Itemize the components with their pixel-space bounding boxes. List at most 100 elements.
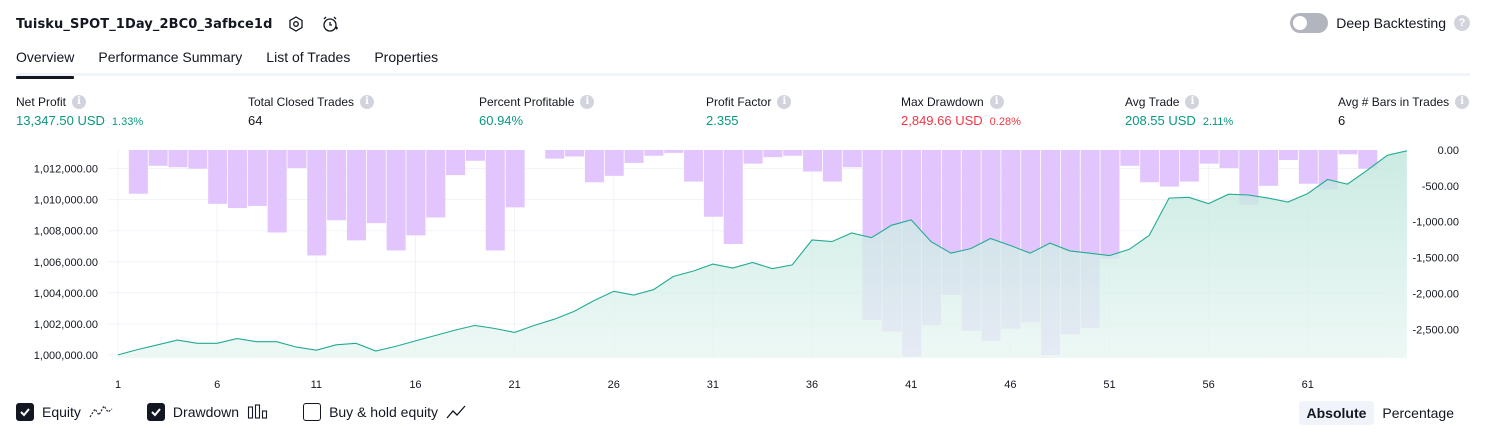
drawdown-bar bbox=[1100, 150, 1120, 260]
strategy-header: Tuisku_SPOT_1Day_2BC0_3afbce1d bbox=[16, 12, 340, 36]
stat-value: 2,849.66 USD bbox=[901, 113, 983, 128]
tab-overview[interactable]: Overview bbox=[16, 46, 75, 79]
info-icon[interactable]: i bbox=[580, 94, 595, 109]
drawdown-bar bbox=[446, 150, 466, 176]
stat-value: 208.55 USD bbox=[1125, 113, 1196, 128]
percentage-button[interactable]: Percentage bbox=[1374, 401, 1462, 425]
left-axis-tick: 1,008,000.00 bbox=[34, 226, 98, 238]
drawdown-bar bbox=[465, 150, 485, 161]
absolute-button[interactable]: Absolute bbox=[1298, 401, 1375, 425]
trend-line-icon bbox=[446, 405, 466, 419]
drawdown-bar bbox=[604, 150, 624, 176]
drawdown-bar bbox=[406, 150, 426, 236]
deep-backtesting-toggle[interactable] bbox=[1290, 13, 1329, 33]
drawdown-bar bbox=[267, 150, 287, 233]
x-axis-tick: 41 bbox=[905, 379, 917, 391]
drawdown-bar bbox=[1298, 150, 1318, 184]
right-axis-tick: -2,000.00 bbox=[1413, 288, 1459, 300]
info-icon[interactable]: i bbox=[1455, 94, 1470, 109]
drawdown-bar bbox=[505, 150, 525, 208]
legend-drawdown-label: Drawdown bbox=[172, 404, 240, 420]
stat-total-closed-trades: Total Closed Trades i 64 bbox=[248, 93, 375, 128]
drawdown-bar bbox=[366, 150, 386, 224]
drawdown-bar bbox=[584, 150, 604, 183]
drawdown-bar bbox=[1199, 150, 1219, 164]
x-axis-labels: 1 6 11 16 21 26 31 36 41 46 51 56 61 bbox=[115, 379, 1314, 391]
x-axis-tick: 56 bbox=[1203, 379, 1215, 391]
legend-equity-label: Equity bbox=[42, 404, 81, 420]
left-axis-tick: 1,010,000.00 bbox=[34, 195, 98, 207]
right-axis-tick: -2,500.00 bbox=[1413, 324, 1459, 336]
drawdown-bar bbox=[684, 150, 704, 182]
alarm-add-icon[interactable] bbox=[320, 14, 340, 34]
stat-label: Net Profit bbox=[16, 94, 67, 109]
drawdown-bar bbox=[1259, 150, 1279, 186]
stat-value: 13,347.50 USD bbox=[16, 113, 105, 128]
legend-buy-hold-label: Buy & hold equity bbox=[329, 404, 439, 420]
drawdown-bar bbox=[624, 150, 644, 163]
drawdown-bar bbox=[822, 150, 842, 182]
stat-avg-trade: Avg Trade i 208.55 USD 2.11% bbox=[1125, 93, 1233, 128]
right-axis-tick: -1,000.00 bbox=[1413, 217, 1459, 229]
drawdown-bar bbox=[743, 150, 763, 164]
info-icon[interactable]: i bbox=[360, 94, 375, 109]
left-axis-tick: 1,000,000.00 bbox=[34, 350, 98, 362]
drawdown-bar bbox=[723, 150, 743, 244]
right-axis-tick: -1,500.00 bbox=[1413, 253, 1459, 265]
tab-performance-summary[interactable]: Performance Summary bbox=[98, 46, 242, 76]
equity-line-icon bbox=[89, 404, 113, 418]
drawdown-checkbox[interactable] bbox=[146, 403, 165, 421]
stat-value: 6 bbox=[1338, 113, 1346, 128]
drawdown-bar bbox=[763, 150, 783, 158]
deep-backtesting-label: Deep Backtesting bbox=[1336, 15, 1446, 31]
tab-list-of-trades[interactable]: List of Trades bbox=[266, 46, 350, 76]
equity-drawdown-chart[interactable]: 1,000,000.00 1,002,000.00 1,004,000.00 1,00… bbox=[0, 140, 1486, 395]
legend-drawdown[interactable]: Drawdown bbox=[146, 403, 269, 421]
left-axis-tick: 1,004,000.00 bbox=[34, 288, 98, 300]
stat-value: 60.94% bbox=[479, 113, 524, 128]
x-axis-tick: 26 bbox=[608, 379, 620, 391]
drawdown-bar bbox=[545, 150, 565, 159]
tab-properties[interactable]: Properties bbox=[374, 46, 438, 76]
tab-bar: Overview Performance Summary List of Tra… bbox=[16, 46, 1470, 79]
stat-label: Max Drawdown bbox=[901, 94, 984, 109]
x-axis-tick: 16 bbox=[409, 379, 421, 391]
legend-equity[interactable]: Equity bbox=[16, 403, 113, 421]
info-icon[interactable]: i bbox=[72, 94, 87, 109]
settings-icon[interactable] bbox=[286, 14, 306, 34]
stat-net-profit: Net Profit i 13,347.50 USD 1.33% bbox=[16, 93, 143, 128]
stat-label: Avg # Bars in Trades bbox=[1338, 94, 1450, 109]
drawdown-bar bbox=[227, 150, 247, 209]
info-icon[interactable]: i bbox=[989, 94, 1004, 109]
stat-label: Profit Factor bbox=[706, 94, 772, 109]
stat-value: 64 bbox=[248, 113, 263, 128]
info-icon[interactable]: i bbox=[1185, 94, 1200, 109]
drawdown-bar bbox=[803, 150, 823, 172]
stat-percent-profitable: Percent Profitable i 60.94% bbox=[479, 93, 595, 128]
drawdown-bar bbox=[148, 150, 168, 166]
drawdown-bar bbox=[1219, 150, 1239, 168]
info-icon[interactable]: i bbox=[777, 94, 792, 109]
drawdown-bar bbox=[287, 150, 307, 168]
scale-switch: Absolute Percentage bbox=[1298, 401, 1463, 425]
stat-profit-factor: Profit Factor i 2.355 bbox=[706, 93, 792, 128]
x-axis-tick: 11 bbox=[311, 379, 322, 391]
legend-buy-hold[interactable]: Buy & hold equity bbox=[303, 403, 470, 421]
drawdown-bar bbox=[703, 150, 723, 217]
x-axis-tick: 61 bbox=[1302, 379, 1314, 391]
right-axis-tick: -500.00 bbox=[1422, 181, 1459, 193]
deep-backtesting: Deep Backtesting ? bbox=[1290, 13, 1470, 33]
stat-label: Total Closed Trades bbox=[248, 94, 355, 109]
drawdown-bar bbox=[386, 150, 406, 251]
help-icon[interactable]: ? bbox=[1454, 15, 1470, 31]
drawdown-bar bbox=[783, 150, 803, 156]
left-axis-tick: 1,012,000.00 bbox=[34, 164, 98, 176]
equity-checkbox[interactable] bbox=[16, 403, 34, 421]
buy-hold-checkbox[interactable] bbox=[303, 403, 322, 421]
bar-chart-icon bbox=[248, 404, 268, 419]
drawdown-bar bbox=[644, 150, 664, 156]
x-axis-tick: 46 bbox=[1004, 379, 1016, 391]
drawdown-bar bbox=[1338, 150, 1358, 155]
drawdown-bar bbox=[1159, 150, 1179, 187]
drawdown-bar bbox=[842, 150, 862, 168]
